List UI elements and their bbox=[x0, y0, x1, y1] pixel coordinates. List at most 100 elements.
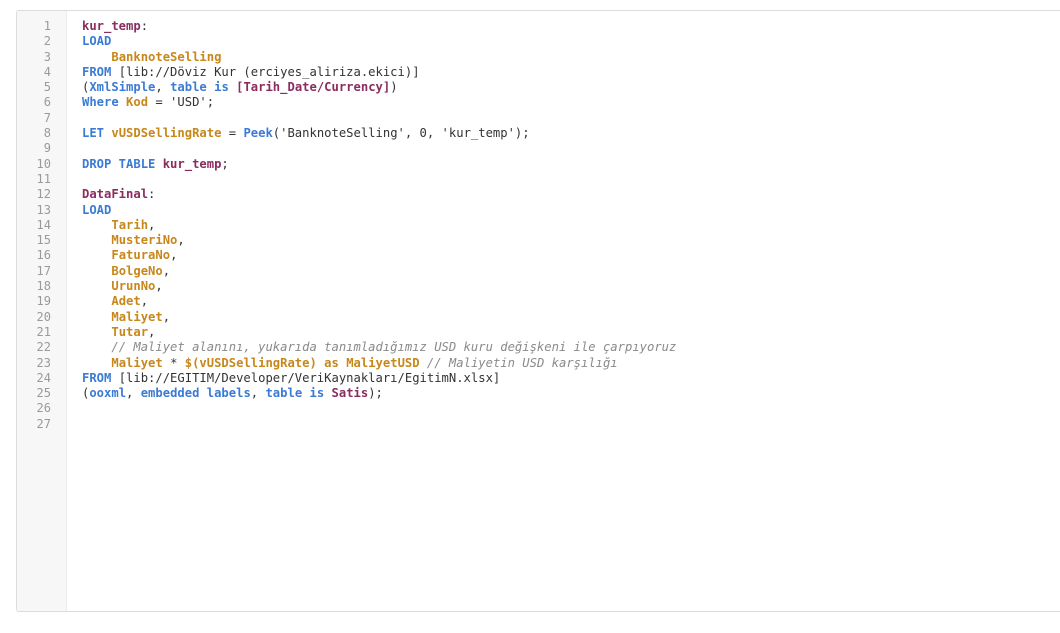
line-number: 24 bbox=[36, 370, 51, 385]
line-code: Maliyet * $(vUSDSellingRate) as MaliyetU… bbox=[82, 355, 617, 371]
code-line[interactable]: 18 UrunNo, bbox=[17, 279, 1060, 294]
line-number: 25 bbox=[36, 386, 51, 401]
code-token: , bbox=[162, 309, 171, 324]
code-token: [lib://Döviz Kur (erciyes_aliriza.ekici)… bbox=[111, 64, 420, 79]
code-line[interactable]: 12 DataFinal: bbox=[17, 187, 1060, 202]
code-line[interactable]: 14 Tarih, bbox=[17, 218, 1060, 233]
line-number: 8 bbox=[43, 126, 51, 141]
code-line[interactable]: 24 FROM [lib://EGITIM/Developer/VeriKayna… bbox=[17, 371, 1060, 386]
code-line[interactable]: 27 bbox=[17, 417, 1060, 432]
code-line[interactable]: 22 // Maliyet alanını, yukarıda tanımlad… bbox=[17, 340, 1060, 355]
code-token: = 'USD'; bbox=[148, 95, 215, 110]
code-token: Peek bbox=[243, 126, 273, 141]
code-token: embedded labels bbox=[140, 386, 251, 401]
line-code: (ooxml, embedded labels, table is Satis)… bbox=[82, 386, 383, 401]
line-number: 2 bbox=[43, 34, 51, 49]
code-token: // Maliyet alanını, yukarıda tanımladığı… bbox=[111, 340, 677, 355]
line-number: 1 bbox=[43, 19, 51, 33]
code-token: = bbox=[221, 126, 244, 141]
code-token: kur_temp bbox=[82, 19, 141, 33]
line-number: 17 bbox=[36, 263, 51, 278]
code-lines[interactable]: 1 kur_temp: 2 LOAD 3 BanknoteSelling 4 FROM [l… bbox=[17, 11, 1060, 432]
code-line[interactable]: 23 Maliyet * $(vUSDSellingRate) as Maliy… bbox=[17, 356, 1060, 371]
code-token: Maliyet bbox=[111, 309, 163, 324]
code-token: MusteriNo bbox=[111, 233, 178, 248]
line-code: LOAD bbox=[82, 203, 111, 218]
line-number: 14 bbox=[36, 217, 51, 232]
line-code: LET vUSDSellingRate = Peek('BanknoteSell… bbox=[82, 126, 530, 141]
code-line[interactable]: 25 (ooxml, embedded labels, table is Sati… bbox=[17, 386, 1060, 401]
line-number: 18 bbox=[36, 279, 51, 294]
code-token: LET bbox=[82, 126, 105, 141]
code-token: table is bbox=[170, 80, 229, 95]
line-code: Tutar, bbox=[82, 325, 155, 340]
code-token: BanknoteSelling bbox=[111, 49, 222, 64]
code-token: , bbox=[126, 386, 141, 401]
line-number: 27 bbox=[36, 416, 51, 431]
code-line[interactable]: 5 (XmlSimple, table is [Tarih_Date/Curren… bbox=[17, 80, 1060, 95]
code-line[interactable]: 10 DROP TABLE kur_temp; bbox=[17, 157, 1060, 172]
code-token: : bbox=[148, 187, 156, 202]
line-number: 12 bbox=[36, 187, 51, 202]
code-token: [Tarih_Date/Currency] bbox=[236, 80, 391, 95]
code-line[interactable]: 17 BolgeNo, bbox=[17, 264, 1060, 279]
code-token: Maliyet bbox=[111, 355, 163, 370]
line-code: FaturaNo, bbox=[82, 248, 177, 263]
code-line[interactable]: 26 bbox=[17, 401, 1060, 416]
code-line[interactable]: 16 FaturaNo, bbox=[17, 248, 1060, 263]
code-line[interactable]: 6 Where Kod = 'USD'; bbox=[17, 95, 1060, 110]
code-token: XmlSimple bbox=[89, 80, 156, 95]
code-token: * bbox=[162, 355, 185, 370]
code-token: , bbox=[162, 263, 171, 278]
code-token: DROP TABLE bbox=[82, 156, 156, 171]
script-editor[interactable]: 1 kur_temp: 2 LOAD 3 BanknoteSelling 4 FROM [l… bbox=[16, 10, 1060, 612]
code-token: ('BanknoteSelling', 0, 'kur_temp'); bbox=[272, 126, 530, 141]
code-token: Adet bbox=[111, 294, 141, 309]
code-line[interactable]: 2 LOAD bbox=[17, 34, 1060, 49]
code-line[interactable]: 9 bbox=[17, 141, 1060, 156]
code-token: , bbox=[170, 248, 178, 263]
code-token: ); bbox=[368, 386, 383, 401]
line-code: DROP TABLE kur_temp; bbox=[82, 157, 229, 172]
code-line[interactable]: 3 BanknoteSelling bbox=[17, 50, 1060, 65]
code-token: , bbox=[155, 279, 163, 294]
code-token: , bbox=[148, 324, 156, 339]
line-number: 19 bbox=[36, 294, 51, 309]
code-token: Tarih bbox=[111, 217, 149, 232]
line-number: 3 bbox=[43, 49, 51, 64]
code-token: ) bbox=[390, 80, 398, 95]
line-number: 13 bbox=[36, 202, 51, 217]
line-code: BolgeNo, bbox=[82, 264, 170, 279]
line-code: FROM [lib://Döviz Kur (erciyes_aliriza.e… bbox=[82, 65, 420, 80]
line-number: 22 bbox=[36, 340, 51, 355]
code-line[interactable]: 20 Maliyet, bbox=[17, 310, 1060, 325]
code-line[interactable]: 19 Adet, bbox=[17, 294, 1060, 309]
line-code: FROM [lib://EGITIM/Developer/VeriKaynakl… bbox=[82, 371, 500, 386]
code-token: UrunNo bbox=[111, 279, 156, 294]
code-line[interactable]: 11 bbox=[17, 172, 1060, 187]
code-line[interactable]: 15 MusteriNo, bbox=[17, 233, 1060, 248]
line-number: 16 bbox=[36, 248, 51, 263]
line-code: Maliyet, bbox=[82, 310, 170, 325]
code-token: , bbox=[148, 217, 156, 232]
code-line[interactable]: 8 LET vUSDSellingRate = Peek('BanknoteSel… bbox=[17, 126, 1060, 141]
code-line[interactable]: 1 kur_temp: bbox=[17, 19, 1060, 34]
code-line[interactable]: 4 FROM [lib://Döviz Kur (erciyes_aliriza.… bbox=[17, 65, 1060, 80]
code-token: ; bbox=[221, 156, 229, 171]
code-token: BolgeNo bbox=[111, 263, 163, 278]
code-token: DataFinal bbox=[82, 187, 149, 202]
code-line[interactable]: 7 bbox=[17, 111, 1060, 126]
code-line[interactable]: 13 LOAD bbox=[17, 203, 1060, 218]
code-token: LOAD bbox=[82, 202, 112, 217]
code-line[interactable]: 21 Tutar, bbox=[17, 325, 1060, 340]
line-number: 23 bbox=[36, 355, 51, 370]
code-token: FaturaNo bbox=[111, 248, 171, 263]
line-number: 5 bbox=[43, 80, 51, 95]
